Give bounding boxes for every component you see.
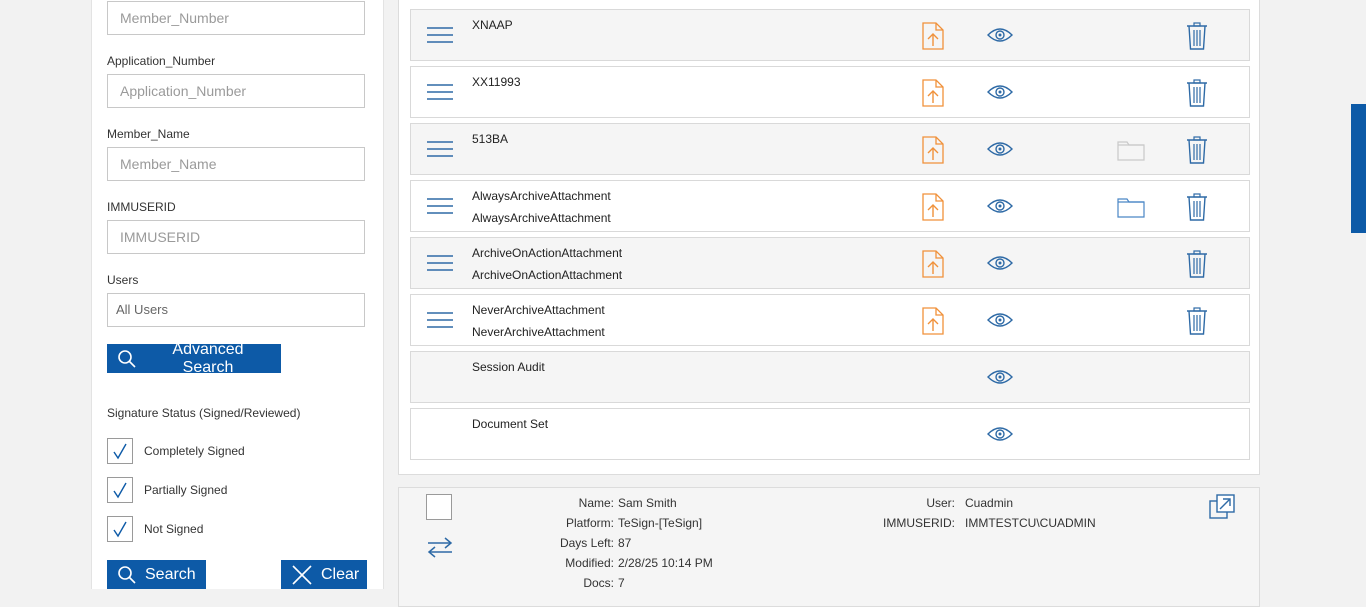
- days-left-value: 87: [618, 536, 632, 550]
- hamburger-icon[interactable]: [427, 83, 453, 106]
- document-title: AlwaysArchiveAttachment: [472, 189, 611, 203]
- document-row[interactable]: Session Audit: [410, 351, 1250, 403]
- name-key: Name:: [578, 496, 614, 510]
- modified-key: Modified:: [565, 556, 614, 570]
- document-title: NeverArchiveAttachment: [472, 303, 605, 317]
- document-row[interactable]: 513BA: [410, 123, 1250, 175]
- document-title: XX11993: [472, 75, 521, 89]
- document-row[interactable]: XNAAP: [410, 9, 1250, 61]
- not-signed-label: Not Signed: [144, 522, 204, 536]
- partially-signed-label: Partially Signed: [144, 483, 228, 497]
- eye-icon[interactable]: [987, 368, 1013, 391]
- trash-icon[interactable]: [1186, 79, 1208, 112]
- immuserid-value: IMMTESTCU\CUADMIN: [965, 516, 1096, 530]
- document-title: Session Audit: [472, 360, 545, 374]
- hamburger-icon[interactable]: [427, 311, 453, 334]
- document-title: XNAAP: [472, 18, 513, 32]
- users-select[interactable]: All Users: [107, 293, 365, 327]
- name-value: Sam Smith: [618, 496, 677, 510]
- document-subtitle: AlwaysArchiveAttachment: [472, 211, 611, 225]
- signature-status-title: Signature Status (Signed/Reviewed): [107, 406, 301, 420]
- immuserid-input[interactable]: [107, 220, 365, 254]
- completely-signed-checkbox[interactable]: [107, 438, 133, 464]
- filter-panel: Application_Number Member_Name IMMUSERID…: [91, 0, 384, 589]
- advanced-search-button[interactable]: Advanced Search: [107, 341, 281, 376]
- folder-icon[interactable]: [1117, 196, 1145, 223]
- trash-icon[interactable]: [1186, 307, 1208, 340]
- member-number-input[interactable]: [107, 1, 365, 35]
- user-value: Cuadmin: [965, 496, 1014, 510]
- document-row[interactable]: XX11993: [410, 66, 1250, 118]
- eye-icon[interactable]: [987, 254, 1013, 277]
- trash-icon[interactable]: [1186, 22, 1208, 55]
- partially-signed-option[interactable]: Partially Signed: [107, 477, 227, 503]
- hamburger-icon[interactable]: [427, 26, 453, 49]
- upload-file-icon[interactable]: [922, 79, 944, 112]
- upload-file-icon[interactable]: [922, 250, 944, 283]
- hamburger-icon[interactable]: [427, 197, 453, 220]
- document-title: ArchiveOnActionAttachment: [472, 246, 623, 260]
- upload-file-icon[interactable]: [922, 136, 944, 169]
- clear-label: Clear: [321, 565, 360, 583]
- close-x-icon: [291, 564, 313, 586]
- magnifier-icon: [117, 565, 137, 585]
- eye-icon[interactable]: [987, 311, 1013, 334]
- docs-value: 7: [618, 576, 625, 590]
- document-subtitle: NeverArchiveAttachment: [472, 325, 605, 339]
- document-subtitle: ArchiveOnActionAttachment: [472, 268, 623, 282]
- platform-value: TeSign-[TeSign]: [618, 516, 703, 530]
- document-row[interactable]: NeverArchiveAttachment NeverArchiveAttach…: [410, 294, 1250, 346]
- side-drawer-tab[interactable]: [1351, 104, 1366, 233]
- document-title: 513BA: [472, 132, 509, 146]
- search-button[interactable]: Search: [107, 560, 206, 589]
- folder-icon: [1117, 139, 1145, 166]
- eye-icon[interactable]: [987, 26, 1013, 49]
- document-title: Document Set: [472, 417, 549, 431]
- upload-file-icon[interactable]: [922, 193, 944, 226]
- upload-file-icon[interactable]: [922, 22, 944, 55]
- eye-icon[interactable]: [987, 140, 1013, 163]
- application-number-input[interactable]: [107, 74, 365, 108]
- completely-signed-label: Completely Signed: [144, 444, 245, 458]
- member-name-label: Member_Name: [107, 127, 190, 141]
- days-left-key: Days Left:: [559, 536, 614, 550]
- trash-icon[interactable]: [1186, 136, 1208, 169]
- advanced-search-label: Advanced Search: [172, 340, 244, 376]
- member-name-input[interactable]: [107, 147, 365, 181]
- trash-icon[interactable]: [1186, 193, 1208, 226]
- user-key: User:: [926, 496, 955, 510]
- partially-signed-checkbox[interactable]: [107, 477, 133, 503]
- clear-button[interactable]: Clear: [281, 560, 367, 589]
- checkmark-icon: [113, 482, 127, 499]
- checkmark-icon: [113, 521, 127, 538]
- eye-icon[interactable]: [987, 83, 1013, 106]
- open-external-icon[interactable]: [1208, 493, 1236, 526]
- upload-file-icon[interactable]: [922, 307, 944, 340]
- session-select-checkbox[interactable]: [426, 494, 452, 520]
- users-label: Users: [107, 273, 139, 287]
- not-signed-option[interactable]: Not Signed: [107, 516, 203, 542]
- platform-key: Platform:: [565, 516, 614, 530]
- document-row[interactable]: ArchiveOnActionAttachment ArchiveOnAction…: [410, 237, 1250, 289]
- magnifier-icon: [117, 349, 137, 369]
- search-label: Search: [145, 565, 196, 583]
- not-signed-checkbox[interactable]: [107, 516, 133, 542]
- completely-signed-option[interactable]: Completely Signed: [107, 438, 245, 464]
- modified-value: 2/28/25 10:14 PM: [618, 556, 713, 570]
- hamburger-icon[interactable]: [427, 254, 453, 277]
- immuserid-key: IMMUSERID:: [883, 516, 955, 530]
- checkmark-icon: [113, 443, 127, 460]
- eye-icon[interactable]: [987, 197, 1013, 220]
- eye-icon[interactable]: [987, 425, 1013, 448]
- document-row[interactable]: Document Set: [410, 408, 1250, 460]
- transfer-arrows-icon[interactable]: [426, 536, 454, 563]
- document-row[interactable]: AlwaysArchiveAttachment AlwaysArchiveAtta…: [410, 180, 1250, 232]
- immuserid-label: IMMUSERID: [107, 200, 176, 214]
- trash-icon[interactable]: [1186, 250, 1208, 283]
- hamburger-icon[interactable]: [427, 140, 453, 163]
- application-number-label: Application_Number: [107, 54, 216, 68]
- docs-key: Docs:: [583, 576, 614, 590]
